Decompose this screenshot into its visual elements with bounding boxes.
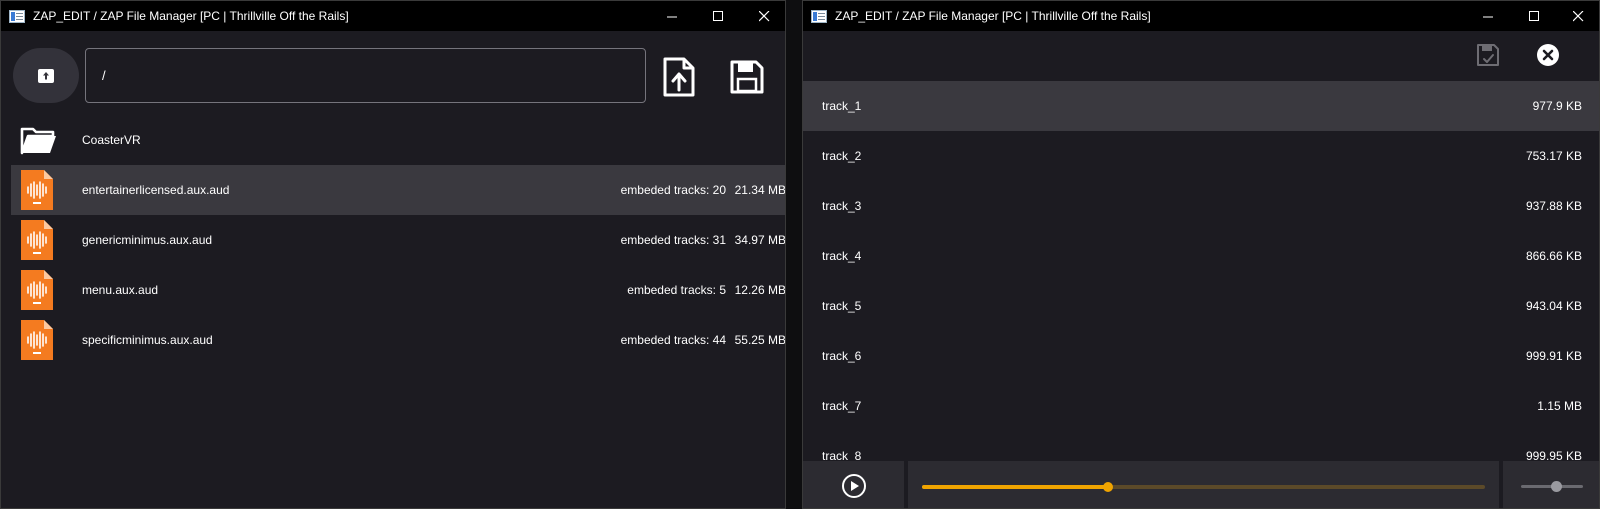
play-button[interactable]	[803, 461, 904, 508]
window-title: ZAP_EDIT / ZAP File Manager [PC | Thrill…	[835, 9, 1151, 23]
volume-handle[interactable]	[1551, 481, 1563, 492]
file-name: menu.aux.aud	[82, 283, 159, 297]
title-bar[interactable]: ZAP_EDIT / ZAP File Manager [PC | Thrill…	[1, 1, 785, 31]
minimize-button[interactable]	[1465, 1, 1511, 31]
file-name: CoasterVR	[82, 133, 141, 147]
maximize-icon	[712, 10, 723, 21]
file-size: 55.25 MB	[734, 333, 786, 347]
track-size: 937.88 KB	[1525, 199, 1582, 213]
save-check-icon	[1477, 44, 1499, 66]
list-item-file[interactable]: genericminimus.aux.aud embeded tracks: 3…	[11, 215, 786, 265]
close-icon	[1572, 10, 1583, 21]
save-button[interactable]	[721, 51, 773, 103]
folder-up-icon	[38, 68, 54, 83]
title-bar[interactable]: ZAP_EDIT / ZAP File Manager [PC | Thrill…	[803, 1, 1599, 31]
track-list-window: ZAP_EDIT / ZAP File Manager [PC | Thrill…	[802, 0, 1600, 509]
track-count: embeded tracks: 5	[627, 283, 726, 297]
close-button[interactable]	[741, 1, 785, 31]
track-size: 753.17 KB	[1525, 149, 1582, 163]
list-item-file[interactable]: specificminimus.aux.aud embeded tracks: …	[11, 315, 786, 365]
audio-player	[803, 461, 1599, 508]
parent-folder-button[interactable]	[13, 48, 79, 103]
app-icon	[811, 9, 827, 23]
file-size: 12.26 MB	[734, 283, 786, 297]
minimize-button[interactable]	[649, 1, 695, 31]
desktop-gap	[786, 0, 802, 509]
track-name: track_4	[822, 249, 862, 263]
seek-slider[interactable]	[922, 482, 1485, 492]
audio-file-icon	[20, 319, 54, 361]
play-icon	[841, 473, 866, 498]
track-row[interactable]: track_6 999.91 KB	[803, 331, 1599, 381]
track-name: track_1	[822, 99, 862, 113]
track-count: embeded tracks: 31	[620, 233, 726, 247]
minimize-icon	[1482, 16, 1493, 17]
track-count: embeded tracks: 20	[620, 183, 726, 197]
track-row[interactable]: track_7 1.15 MB	[803, 381, 1599, 431]
save-tracks-button[interactable]	[1468, 37, 1508, 73]
minimize-icon	[666, 16, 677, 17]
volume-panel	[1503, 461, 1599, 508]
file-name: specificminimus.aux.aud	[82, 333, 213, 347]
track-row[interactable]: track_1 977.9 KB	[803, 81, 1599, 131]
file-name: genericminimus.aux.aud	[82, 233, 213, 247]
track-size: 943.04 KB	[1525, 299, 1582, 313]
seek-handle[interactable]	[1102, 482, 1113, 492]
track-list: track_1 977.9 KB track_2 753.17 KB track…	[803, 81, 1599, 461]
close-circle-icon	[1537, 44, 1559, 66]
track-name: track_8	[822, 449, 862, 461]
window-title: ZAP_EDIT / ZAP File Manager [PC | Thrill…	[33, 9, 349, 23]
close-button[interactable]	[1555, 1, 1599, 31]
list-item-folder[interactable]: CoasterVR	[11, 115, 785, 165]
track-name: track_6	[822, 349, 862, 363]
track-name: track_3	[822, 199, 862, 213]
list-item-file[interactable]: menu.aux.aud embeded tracks: 5 12.26 MB	[11, 265, 786, 315]
maximize-button[interactable]	[695, 1, 741, 31]
file-manager-window: ZAP_EDIT / ZAP File Manager [PC | Thrill…	[0, 0, 786, 509]
app-icon	[9, 9, 25, 23]
track-name: track_5	[822, 299, 862, 313]
audio-file-icon	[20, 219, 54, 261]
file-size: 34.97 MB	[734, 233, 786, 247]
track-row[interactable]: track_2 753.17 KB	[803, 131, 1599, 181]
close-icon	[758, 10, 769, 21]
track-name: track_2	[822, 149, 862, 163]
track-size: 866.66 KB	[1525, 249, 1582, 263]
track-count: embeded tracks: 44	[620, 333, 726, 347]
file-name: entertainerlicensed.aux.aud	[82, 183, 230, 197]
track-size: 1.15 MB	[1537, 399, 1582, 413]
track-name: track_7	[822, 399, 862, 413]
file-list: CoasterVR entertainerlicensed.aux.aud em…	[11, 115, 786, 365]
audio-file-icon	[20, 269, 54, 311]
track-size: 999.91 KB	[1525, 349, 1582, 363]
folder-icon	[20, 119, 56, 161]
track-row[interactable]: track_3 937.88 KB	[803, 181, 1599, 231]
track-size: 977.9 KB	[1532, 99, 1582, 113]
audio-file-icon	[20, 169, 54, 211]
track-row[interactable]: track_8 999.95 KB	[803, 431, 1599, 461]
close-tracks-button[interactable]	[1528, 37, 1568, 73]
file-upload-icon	[663, 57, 695, 97]
save-icon	[730, 60, 764, 94]
maximize-icon	[1528, 10, 1539, 21]
track-size: 999.95 KB	[1525, 449, 1582, 461]
seek-bar-panel	[908, 461, 1499, 508]
track-row[interactable]: track_5 943.04 KB	[803, 281, 1599, 331]
path-input[interactable]	[85, 48, 646, 103]
list-item-file[interactable]: entertainerlicensed.aux.aud embeded trac…	[11, 165, 786, 215]
volume-slider[interactable]	[1521, 481, 1583, 492]
track-row[interactable]: track_4 866.66 KB	[803, 231, 1599, 281]
file-size: 21.34 MB	[734, 183, 786, 197]
maximize-button[interactable]	[1511, 1, 1557, 31]
seek-progress	[922, 485, 1108, 489]
import-file-button[interactable]	[653, 51, 705, 103]
